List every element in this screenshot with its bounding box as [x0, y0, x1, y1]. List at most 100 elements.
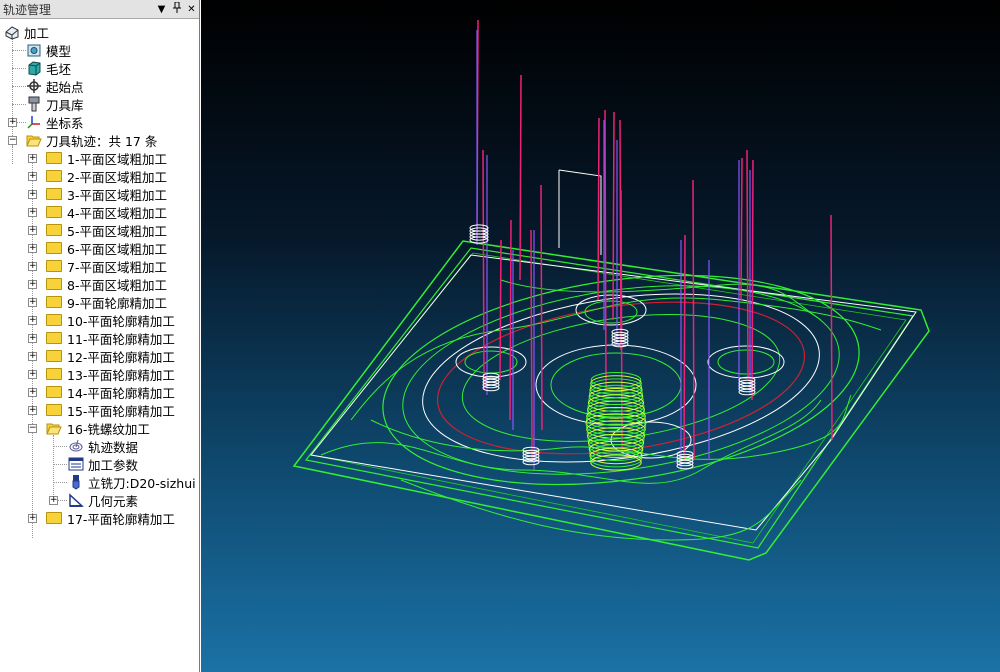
model-icon	[26, 42, 42, 58]
rapid-line	[540, 184, 543, 431]
crosshair-icon	[26, 78, 42, 94]
tree-item-path-label: 8-平面区域粗加工	[67, 277, 167, 293]
pocket-top	[575, 294, 647, 326]
tree-item-path-data-label: 轨迹数据	[88, 439, 139, 455]
rapid-line	[612, 111, 615, 321]
expand-icon[interactable]: +	[28, 298, 37, 307]
expand-icon[interactable]: +	[28, 208, 37, 217]
expand-icon[interactable]: +	[28, 190, 37, 199]
rapid-move-lines	[476, 19, 833, 470]
panel-titlebar: 轨迹管理 ▼ ✕	[0, 0, 199, 19]
dropdown-icon[interactable]: ▼	[154, 4, 169, 15]
tree-item-path-label: 4-平面区域粗加工	[67, 205, 167, 221]
folder-icon	[46, 402, 62, 418]
expand-icon[interactable]: +	[28, 406, 37, 415]
tree-item-path-label: 11-平面轮廓精加工	[67, 331, 175, 347]
expand-icon[interactable]: +	[28, 244, 37, 253]
folder-icon	[46, 510, 62, 526]
folder-icon	[46, 330, 62, 346]
rapid-line	[604, 109, 607, 391]
parameters-icon	[68, 456, 84, 472]
rapid-line	[740, 157, 743, 301]
expand-icon[interactable]: +	[28, 154, 37, 163]
tree-item-blank-label: 毛坯	[46, 61, 72, 77]
tree-item-path-label: 6-平面区域粗加工	[67, 241, 167, 257]
pocket-right-contour	[717, 349, 775, 375]
folder-icon	[46, 312, 62, 328]
tree-item-path-label: 5-平面区域粗加工	[67, 223, 167, 239]
rapid-line	[746, 149, 749, 381]
folder-icon	[46, 168, 62, 184]
3d-viewport[interactable]	[201, 0, 1000, 672]
folder-icon	[46, 222, 62, 238]
tool-library-icon	[26, 96, 42, 112]
toolpath-data-icon	[68, 438, 84, 454]
expand-icon[interactable]: +	[8, 118, 17, 127]
folder-icon	[46, 366, 62, 382]
tree-item-start-point-label: 起始点	[46, 79, 84, 95]
folder-icon	[46, 186, 62, 202]
tree-item-path-label: 10-平面轮廓精加工	[67, 313, 175, 329]
expand-icon[interactable]: +	[28, 280, 37, 289]
toolpath-loop-2	[350, 297, 882, 421]
expand-icon[interactable]: +	[28, 316, 37, 325]
tree-item-coord-system-label: 坐标系	[46, 115, 84, 131]
rapid-line	[519, 74, 522, 281]
expand-icon[interactable]: +	[28, 334, 37, 343]
tree-item-path-label: 7-平面区域粗加工	[67, 259, 167, 275]
thread-helix-ring	[589, 381, 643, 399]
collapse-icon[interactable]: −	[8, 136, 17, 145]
pin-icon[interactable]	[169, 1, 184, 16]
tree-item-path-label: 16-铣螺纹加工	[67, 421, 150, 437]
tree-root-label: 加工	[24, 25, 50, 41]
tree-item-path-label: 12-平面轮廓精加工	[67, 349, 175, 365]
rapid-line	[683, 234, 686, 461]
tree-item-geometry-label: 几何元素	[88, 493, 139, 509]
stock-corner-line	[558, 169, 602, 255]
tree-item-tool-label: 立铣刀:D20-sizhui	[88, 475, 196, 491]
toolpath-loop-3	[400, 479, 802, 541]
rapid-line	[530, 229, 533, 461]
open-folder-icon	[46, 420, 62, 436]
collapse-icon[interactable]: −	[28, 424, 37, 433]
trajectory-manager-panel: 轨迹管理 ▼ ✕ 加工 模型 毛坯 起始点 刀具库 + 坐标系 − 刀具轨迹：共…	[0, 0, 200, 672]
expand-icon[interactable]: +	[28, 514, 37, 523]
rapid-line	[751, 159, 754, 401]
expand-icon[interactable]: +	[28, 388, 37, 397]
axis-icon	[26, 114, 42, 130]
folder-icon	[46, 384, 62, 400]
pocket-left-contour	[464, 350, 518, 374]
tree-item-path-17-label: 17-平面轮廓精加工	[67, 511, 175, 527]
tree-item-params-label: 加工参数	[88, 457, 139, 473]
folder-icon	[46, 204, 62, 220]
expand-icon[interactable]: +	[28, 172, 37, 181]
close-icon[interactable]: ✕	[184, 4, 199, 15]
toolpath-scene	[292, 19, 930, 561]
tree-item-model-label: 模型	[46, 43, 72, 59]
folder-icon	[46, 276, 62, 292]
folder-icon	[46, 258, 62, 274]
folder-icon	[46, 294, 62, 310]
pocket-top-contour	[584, 300, 638, 324]
expand-icon[interactable]: +	[28, 226, 37, 235]
rapid-line	[482, 149, 485, 391]
expand-icon[interactable]: +	[28, 352, 37, 361]
tree-item-path-label: 15-平面轮廓精加工	[67, 403, 175, 419]
tree-item-path-label: 2-平面区域粗加工	[67, 169, 167, 185]
thread-milling-helix	[585, 372, 647, 471]
tree-item-toolpaths-label: 刀具轨迹：共 17 条	[46, 133, 158, 149]
tree-item-tool-library-label: 刀具库	[46, 97, 84, 113]
blank-icon	[26, 60, 42, 76]
tree-item-path-label: 14-平面轮廓精加工	[67, 385, 175, 401]
expand-icon[interactable]: +	[28, 262, 37, 271]
geometry-icon	[68, 492, 84, 508]
open-folder-icon	[26, 132, 42, 148]
expand-icon[interactable]: +	[49, 496, 58, 505]
rapid-line	[692, 179, 695, 461]
rapid-line	[597, 117, 600, 301]
pocket-right	[707, 345, 785, 379]
expand-icon[interactable]: +	[28, 370, 37, 379]
machining-icon	[4, 24, 20, 40]
tree-item-path-label: 1-平面区域粗加工	[67, 151, 167, 167]
tree-item-path-label: 9-平面轮廓精加工	[67, 295, 167, 311]
